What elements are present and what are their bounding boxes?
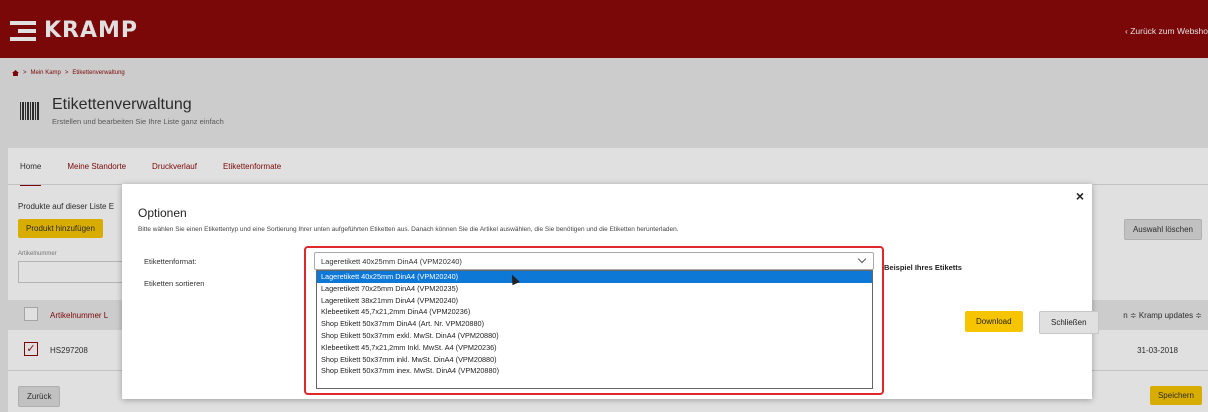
label-format-field: Etikettenformat: <box>144 257 197 266</box>
format-option[interactable]: Klebeetikett 45,7x21,2mm Inkl. MwSt. A4 … <box>317 342 872 354</box>
dialog-title: Optionen <box>138 206 187 220</box>
format-option[interactable]: Shop Etikett 50x37mm DinA4 (Art. Nr. VPM… <box>317 318 872 330</box>
format-options-list: Lageretikett 40x25mm DinA4 (VPM20240) La… <box>316 270 873 389</box>
label-example-heading: Beispiel Ihres Etiketts <box>884 263 962 272</box>
format-option[interactable]: Lageretikett 38x21mm DinA4 (VPM20240) <box>317 295 872 307</box>
label-sort-field: Etiketten sortieren <box>144 279 205 288</box>
selected-format: Lageretikett 40x25mm DinA4 (VPM20240) <box>321 257 462 266</box>
format-option[interactable]: Shop Etikett 50x37mm inkl. MwSt. DinA4 (… <box>317 354 872 366</box>
label-format-select[interactable]: Lageretikett 40x25mm DinA4 (VPM20240) <box>314 252 874 270</box>
close-icon[interactable]: × <box>1076 188 1084 204</box>
format-option[interactable]: Klebeetikett 45,7x21,2mm DinA4 (VPM20236… <box>317 306 872 318</box>
options-dialog: × Optionen Bitte wählen Sie einen Etiket… <box>122 184 1099 399</box>
chevron-down-icon <box>857 254 867 264</box>
close-button[interactable]: Schließen <box>1039 311 1099 334</box>
format-option[interactable]: Lageretikett 70x25mm DinA4 (VPM20235) <box>317 283 872 295</box>
dialog-description: Bitte wählen Sie einen Etikettentyp und … <box>138 226 679 233</box>
format-option[interactable]: Shop Etikett 50x37mm exkl. MwSt. DinA4 (… <box>317 330 872 342</box>
download-button[interactable]: Download <box>965 311 1023 332</box>
format-option[interactable]: Shop Etikett 50x37mm inex. MwSt. DinA4 (… <box>317 365 872 377</box>
format-option[interactable]: Lageretikett 40x25mm DinA4 (VPM20240) <box>317 271 872 283</box>
